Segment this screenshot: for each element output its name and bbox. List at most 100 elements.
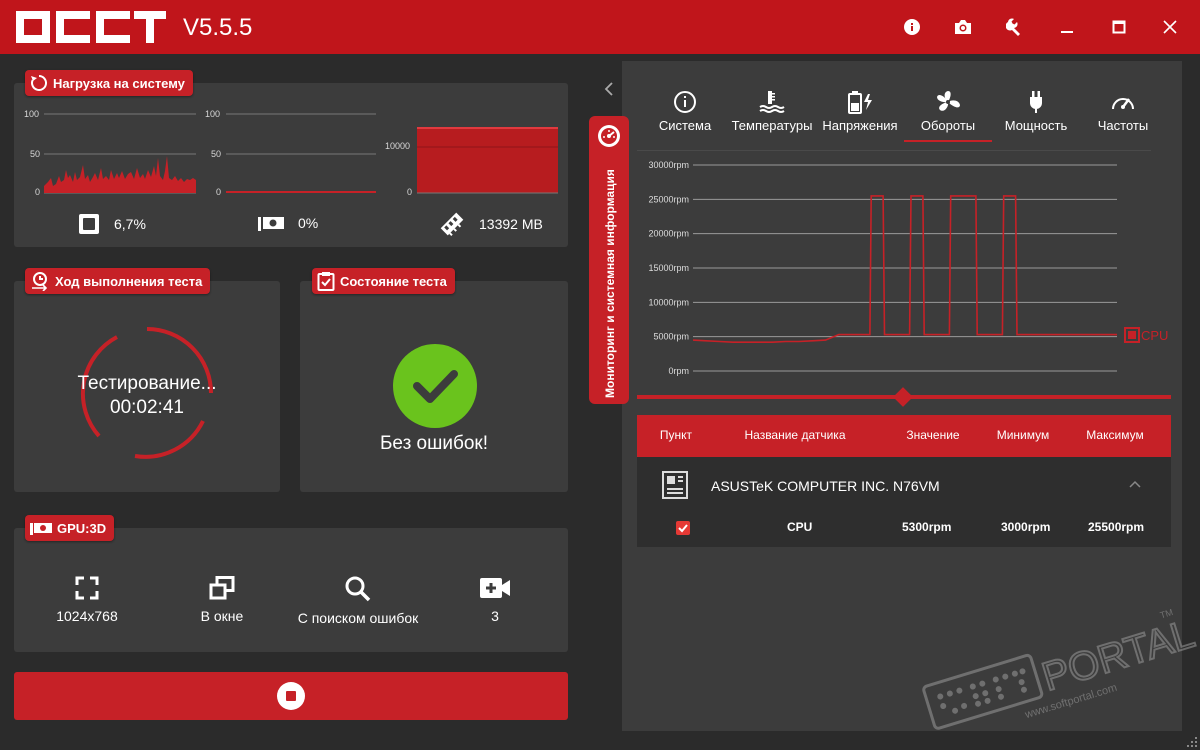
test-progress-title: Ход выполнения теста (55, 273, 203, 289)
tab-clocks[interactable]: Частоты (1077, 90, 1169, 133)
col-max[interactable]: Максимум (1069, 428, 1161, 442)
tab-temperatures-label: Температуры (731, 118, 813, 133)
cpu-axis-50: 50 (30, 149, 41, 159)
test-state-title: Состояние теста (340, 273, 447, 289)
tab-voltages-label: Напряжения (822, 118, 898, 133)
system-load-title: Нагрузка на систему (53, 75, 185, 91)
rpm-tick-label: 25000rpm (648, 194, 689, 204)
tab-clocks-label: Частоты (1097, 118, 1149, 133)
system-load-panel: 100 50 0 100 50 0 10000 0 6,7% 0% 13392 … (14, 83, 568, 247)
chevron-up-icon[interactable] (1128, 479, 1142, 489)
tab-temperatures[interactable]: Температуры (726, 90, 818, 133)
test-state-panel: Без ошибок! (300, 281, 568, 492)
progress-elapsed: 00:02:41 (110, 397, 184, 418)
close-button[interactable] (1155, 12, 1185, 42)
minimize-button[interactable] (1052, 12, 1082, 42)
cpu-axis-0: 0 (35, 187, 41, 197)
gpu-load-stat: 0% (258, 215, 318, 231)
tab-fans-label: Обороты (920, 118, 976, 133)
legend-cpu-swatch-icon (1124, 327, 1140, 343)
tab-system[interactable]: Система (639, 90, 731, 133)
collapse-panel-button[interactable] (600, 80, 618, 98)
cpu-load-graph (44, 113, 196, 194)
gpu-axis-100: 100 (205, 109, 221, 119)
rpm-tick-label: 20000rpm (648, 229, 689, 239)
progress-status: Тестирование... (77, 373, 217, 394)
gpu-3d-tag: GPU:3D (25, 515, 115, 541)
rpm-series-line (692, 195, 1117, 343)
gpu-complexity: 3 (491, 608, 499, 624)
close-icon (1163, 20, 1177, 34)
rpm-tick-label: 0rpm (668, 366, 689, 376)
legend-cpu-label: CPU (1141, 327, 1169, 343)
sensor-cpu-value: 5300rpm (902, 520, 952, 534)
rpm-tick-label: 5000rpm (653, 332, 689, 342)
info-button[interactable] (897, 12, 927, 42)
legend-cpu[interactable]: CPU (1124, 327, 1168, 343)
magnifier-icon (345, 576, 371, 602)
tab-power-label: Мощность (1004, 118, 1068, 133)
col-min[interactable]: Минимум (985, 428, 1061, 442)
sensor-cpu-max: 25500rpm (1088, 520, 1145, 534)
test-progress-tag: Ход выполнения теста (25, 268, 211, 294)
monitoring-side-tab-label: Мониторинг и системная информация (603, 169, 617, 398)
wrench-icon (1006, 18, 1020, 36)
monitoring-side-tab[interactable]: Мониторинг и системная информация (589, 116, 629, 404)
maximize-button[interactable] (1104, 12, 1134, 42)
gpu-3d-panel: 1024x768 В окне С поиском ошибок 3 (14, 528, 568, 652)
tab-voltages[interactable]: Напряжения (814, 90, 906, 133)
col-item[interactable]: Пункт (637, 428, 715, 442)
system-load-tag: Нагрузка на систему (25, 70, 193, 96)
gpu-axis-0: 0 (216, 187, 222, 197)
rpm-chart: 30000rpm 25000rpm 20000rpm 15000rpm 10000rpm… (648, 160, 1117, 376)
sensor-row-cpu[interactable]: CPU 5300rpm 3000rpm 25500rpm (637, 515, 1171, 541)
gpu-3d-title: GPU:3D (57, 520, 107, 536)
gpu-axis-50: 50 (211, 149, 222, 159)
monitoring-side-tab-text: Мониторинг и системная информация (603, 169, 617, 398)
tab-power[interactable]: Мощность (990, 90, 1082, 133)
gpu-complexity-item[interactable]: 3 (420, 576, 570, 624)
refresh-icon (31, 74, 48, 91)
resize-grip-icon[interactable] (1186, 736, 1198, 748)
info-icon (904, 19, 920, 35)
thermometer-icon (759, 91, 785, 113)
sensor-group-row[interactable]: ASUSTeK COMPUTER INC. N76VM CPU 5300rpm … (637, 457, 1171, 547)
checkbox-checked-icon[interactable] (676, 521, 690, 535)
gpu-error-check: С поиском ошибок (297, 610, 419, 626)
stop-test-button[interactable] (14, 672, 568, 720)
gpu-error-check-item[interactable]: С поиском ошибок (283, 576, 433, 626)
gpu-mode-item[interactable]: В окне (147, 576, 297, 624)
ram-axis-0: 0 (407, 187, 413, 197)
ram-axis-10000: 10000 (385, 141, 411, 151)
cpu-load-value: 6,7% (114, 216, 146, 232)
video-plus-icon (480, 578, 510, 598)
gpu-mode: В окне (200, 608, 244, 624)
test-progress-panel: Тестирование... 00:02:41 (14, 281, 280, 492)
motherboard-icon (662, 471, 688, 499)
maximize-icon (1112, 20, 1126, 34)
title-bar: V5.5.5 (0, 0, 1200, 54)
svg-text:PORTAL: PORTAL (1037, 612, 1199, 700)
app-version: V5.5.5 (183, 14, 253, 41)
col-value[interactable]: Значение (881, 428, 985, 442)
test-state-tag: Состояние теста (312, 268, 455, 294)
fan-icon (937, 91, 960, 111)
tab-fans[interactable]: Обороты (902, 90, 994, 133)
active-tab-indicator (904, 140, 992, 142)
cpu-chip-icon (79, 214, 99, 234)
settings-button[interactable] (1000, 12, 1030, 42)
sensor-table-header: Пункт Название датчика Значение Минимум … (637, 415, 1171, 457)
tabs-divider (637, 150, 1151, 151)
screenshot-button[interactable] (948, 12, 978, 42)
cpu-load-stat: 6,7% (78, 213, 146, 235)
col-sensor-name[interactable]: Название датчика (727, 428, 863, 442)
sensor-group-name: ASUSTeK COMPUTER INC. N76VM (711, 478, 940, 494)
minimize-icon (1061, 31, 1073, 33)
cpu-axis-100: 100 (24, 109, 40, 119)
gpu-resolution-item[interactable]: 1024x768 (12, 576, 162, 624)
ram-usage-graph (417, 127, 558, 194)
stopwatch-icon (32, 272, 48, 291)
gpu-card-icon (30, 523, 52, 535)
clipboard-check-icon (317, 272, 335, 291)
gpu-resolution: 1024x768 (56, 608, 118, 624)
